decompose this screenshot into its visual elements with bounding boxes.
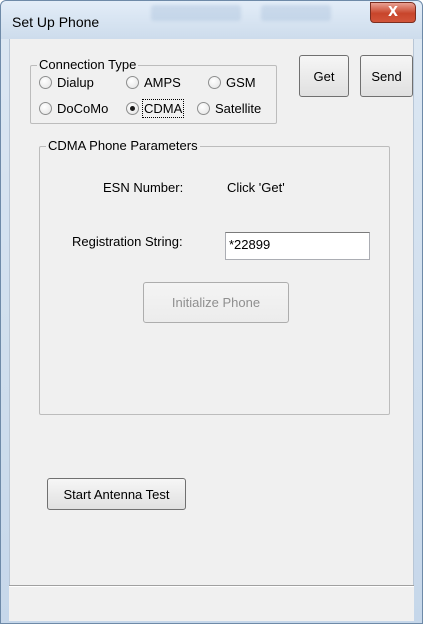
status-bar-panel: [9, 586, 414, 621]
esn-number-value: Click 'Get': [227, 180, 285, 195]
radio-selected-icon: [126, 101, 139, 115]
registration-string-input[interactable]: *22899: [225, 232, 370, 260]
radio-docomo[interactable]: DoCoMo: [39, 99, 108, 117]
radio-icon: [197, 101, 210, 115]
radio-amps[interactable]: AMPS: [126, 73, 181, 91]
cdma-parameters-group: CDMA Phone Parameters: [39, 138, 390, 415]
radio-icon: [39, 75, 52, 89]
connection-type-legend: Connection Type: [37, 57, 139, 73]
title-bar[interactable]: Set Up Phone X: [1, 1, 422, 39]
radio-label: CDMA: [141, 98, 185, 118]
radio-label: GSM: [226, 74, 256, 90]
radio-label: DoCoMo: [57, 100, 109, 116]
dialog-window: Set Up Phone X Connection Type Dialup AM…: [0, 0, 423, 624]
cdma-parameters-legend: CDMA Phone Parameters: [46, 138, 200, 154]
start-antenna-test-button[interactable]: Start Antenna Test: [47, 478, 186, 510]
radio-satellite[interactable]: Satellite: [197, 99, 261, 117]
esn-number-label: ESN Number:: [103, 180, 184, 195]
close-button[interactable]: X: [370, 2, 416, 23]
radio-dialup[interactable]: Dialup: [39, 73, 94, 91]
radio-icon: [39, 101, 52, 115]
radio-icon: [126, 75, 139, 89]
radio-cdma[interactable]: CDMA: [126, 98, 185, 118]
radio-label: Satellite: [215, 100, 262, 116]
window-title: Set Up Phone: [12, 14, 100, 30]
radio-icon: [208, 75, 221, 89]
background-window-blur: [151, 5, 241, 21]
background-window-blur: [261, 5, 331, 21]
initialize-phone-button: Initialize Phone: [143, 282, 289, 323]
status-bar: [9, 585, 414, 621]
registration-string-label: Registration String:: [72, 234, 183, 249]
get-button[interactable]: Get: [299, 55, 349, 97]
send-button[interactable]: Send: [360, 55, 413, 97]
radio-label: Dialup: [57, 74, 94, 90]
close-icon: X: [387, 5, 399, 20]
radio-gsm[interactable]: GSM: [208, 73, 256, 91]
radio-label: AMPS: [144, 74, 181, 90]
